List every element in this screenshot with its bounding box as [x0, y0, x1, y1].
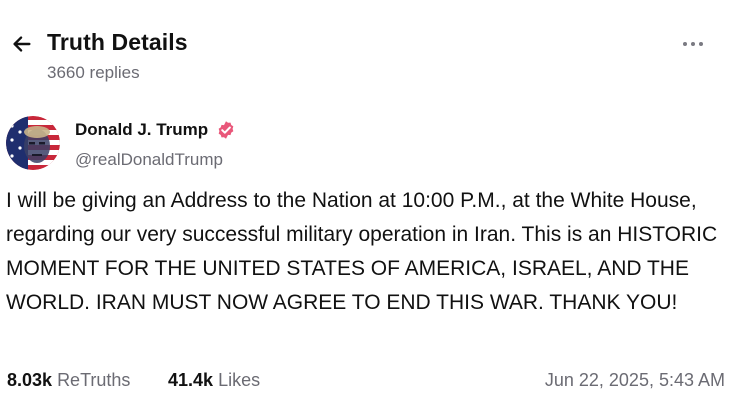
avatar-image — [6, 116, 60, 170]
retruths-count: 8.03k — [7, 370, 53, 390]
more-options-button[interactable] — [679, 34, 707, 54]
verified-badge-icon — [218, 121, 234, 139]
author-handle[interactable]: @realDonaldTrump — [75, 150, 223, 170]
likes-label: Likes — [218, 370, 261, 390]
arrow-left-icon — [13, 36, 31, 52]
avatar[interactable] — [6, 116, 60, 170]
post-footer: 8.03k ReTruths 41.4k Likes Jun 22, 2025,… — [0, 366, 737, 396]
likes-count: 41.4k — [168, 370, 214, 390]
retruths-stat[interactable]: 8.03k ReTruths — [7, 370, 130, 391]
author-name[interactable]: Donald J. Trump — [75, 120, 208, 140]
post-timestamp: Jun 22, 2025, 5:43 AM — [544, 370, 725, 390]
page-header: Truth Details 3660 replies — [0, 0, 737, 100]
back-button[interactable] — [8, 30, 36, 58]
likes-stat[interactable]: 41.4k Likes — [168, 370, 260, 391]
post-text: I will be giving an Address to the Natio… — [6, 189, 718, 314]
retruths-label: ReTruths — [57, 370, 131, 390]
page-title: Truth Details — [47, 29, 188, 55]
more-horizontal-icon — [683, 42, 687, 46]
replies-count[interactable]: 3660 replies — [47, 63, 140, 83]
